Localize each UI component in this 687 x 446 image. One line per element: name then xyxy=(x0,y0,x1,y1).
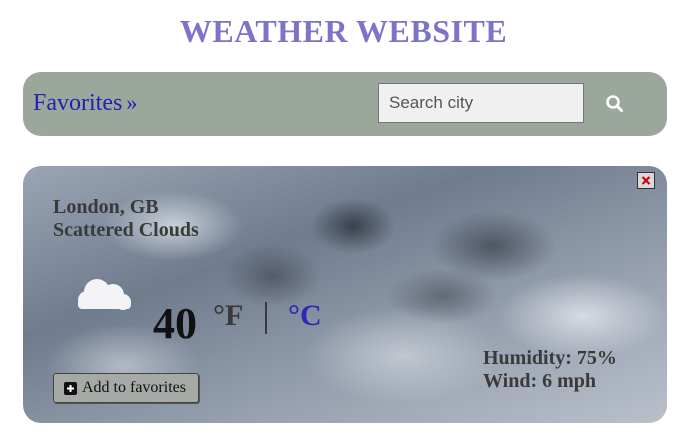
top-bar: Favorites» xyxy=(23,72,667,136)
add-to-favorites-button[interactable]: Add to favorites xyxy=(53,373,199,403)
favorites-label: Favorites xyxy=(33,90,123,116)
temperature-value: 40 xyxy=(153,299,197,348)
double-chevron-right-icon: » xyxy=(126,90,138,115)
fahrenheit-toggle[interactable]: °F xyxy=(213,299,243,333)
celsius-toggle[interactable]: °C xyxy=(288,299,322,333)
plus-square-icon xyxy=(64,381,77,395)
weather-condition: Scattered Clouds xyxy=(53,219,199,241)
weather-card: London, GB Scattered Clouds 40 °F °C Hum… xyxy=(23,166,667,423)
add-to-favorites-label: Add to favorites xyxy=(82,379,186,396)
search-icon xyxy=(606,95,623,112)
search-button[interactable] xyxy=(603,92,627,116)
wind-readout: Wind: 6 mph xyxy=(483,370,597,392)
search-input[interactable] xyxy=(378,83,584,123)
site-title: WEATHER WEBSITE xyxy=(179,13,508,49)
cloud-icon xyxy=(78,279,131,310)
humidity-readout: Humidity: 75% xyxy=(483,347,617,369)
location-name: London, GB xyxy=(53,196,159,218)
close-icon xyxy=(641,176,651,185)
unit-separator xyxy=(265,302,267,334)
favorites-link[interactable]: Favorites» xyxy=(33,90,137,117)
close-button[interactable] xyxy=(637,172,655,189)
